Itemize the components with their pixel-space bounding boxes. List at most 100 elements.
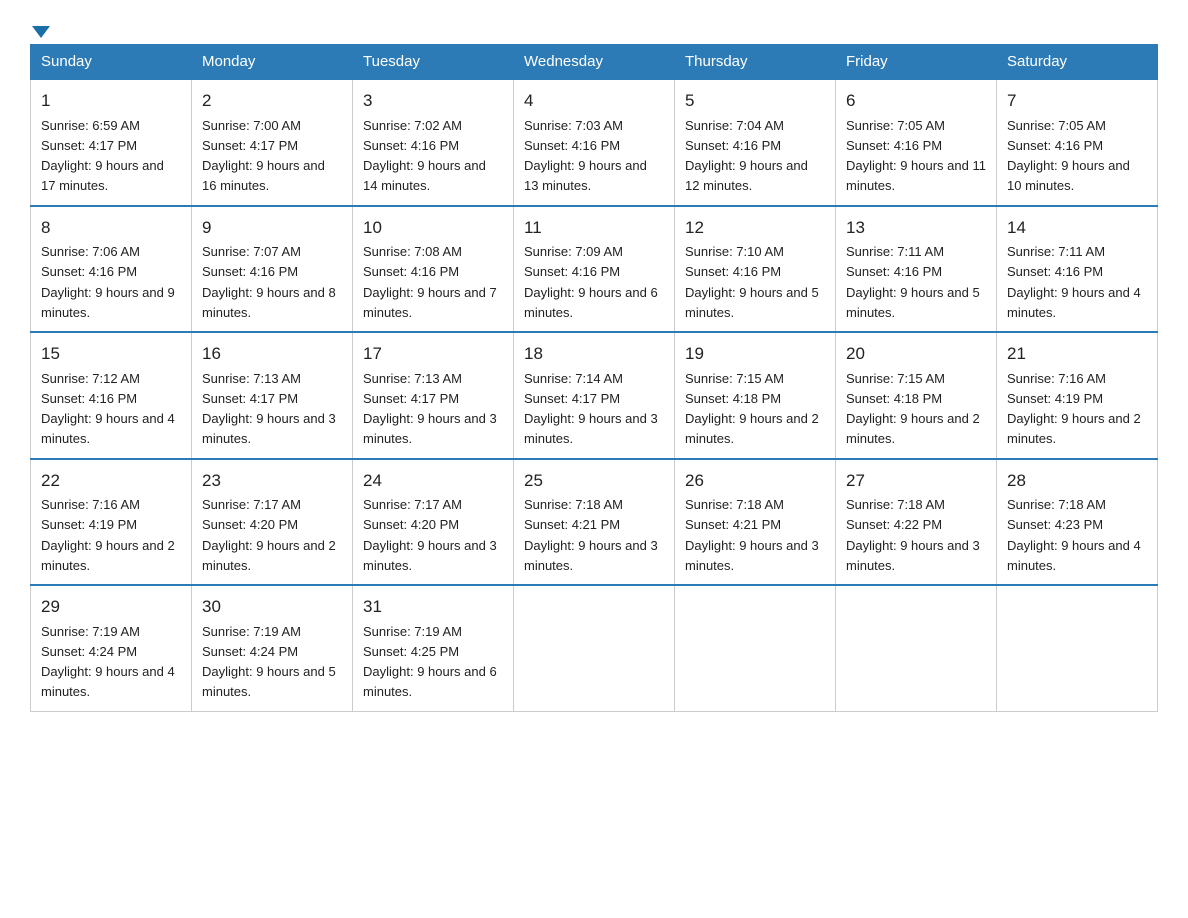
day-number: 10 — [363, 215, 503, 241]
calendar-cell: 11 Sunrise: 7:09 AMSunset: 4:16 PMDaylig… — [514, 206, 675, 333]
day-number: 12 — [685, 215, 825, 241]
day-info: Sunrise: 7:02 AMSunset: 4:16 PMDaylight:… — [363, 118, 486, 194]
day-number: 16 — [202, 341, 342, 367]
logo-arrow-icon — [32, 26, 50, 38]
day-info: Sunrise: 7:18 AMSunset: 4:22 PMDaylight:… — [846, 497, 980, 573]
day-number: 29 — [41, 594, 181, 620]
calendar-cell — [997, 585, 1158, 711]
day-number: 6 — [846, 88, 986, 114]
day-number: 14 — [1007, 215, 1147, 241]
calendar-cell: 23 Sunrise: 7:17 AMSunset: 4:20 PMDaylig… — [192, 459, 353, 586]
calendar-cell: 6 Sunrise: 7:05 AMSunset: 4:16 PMDayligh… — [836, 79, 997, 206]
day-number: 9 — [202, 215, 342, 241]
calendar-cell: 17 Sunrise: 7:13 AMSunset: 4:17 PMDaylig… — [353, 332, 514, 459]
day-number: 30 — [202, 594, 342, 620]
day-info: Sunrise: 7:08 AMSunset: 4:16 PMDaylight:… — [363, 244, 497, 320]
calendar-cell: 13 Sunrise: 7:11 AMSunset: 4:16 PMDaylig… — [836, 206, 997, 333]
day-number: 19 — [685, 341, 825, 367]
calendar-cell: 2 Sunrise: 7:00 AMSunset: 4:17 PMDayligh… — [192, 79, 353, 206]
day-number: 27 — [846, 468, 986, 494]
day-number: 21 — [1007, 341, 1147, 367]
day-number: 22 — [41, 468, 181, 494]
calendar-cell: 8 Sunrise: 7:06 AMSunset: 4:16 PMDayligh… — [31, 206, 192, 333]
day-number: 11 — [524, 215, 664, 241]
calendar-header-sunday: Sunday — [31, 45, 192, 80]
calendar-cell: 28 Sunrise: 7:18 AMSunset: 4:23 PMDaylig… — [997, 459, 1158, 586]
calendar-cell: 10 Sunrise: 7:08 AMSunset: 4:16 PMDaylig… — [353, 206, 514, 333]
day-number: 23 — [202, 468, 342, 494]
day-info: Sunrise: 7:16 AMSunset: 4:19 PMDaylight:… — [1007, 371, 1141, 447]
day-number: 2 — [202, 88, 342, 114]
calendar-cell: 26 Sunrise: 7:18 AMSunset: 4:21 PMDaylig… — [675, 459, 836, 586]
calendar-header-thursday: Thursday — [675, 45, 836, 80]
calendar-cell: 7 Sunrise: 7:05 AMSunset: 4:16 PMDayligh… — [997, 79, 1158, 206]
day-info: Sunrise: 7:11 AMSunset: 4:16 PMDaylight:… — [846, 244, 980, 320]
day-info: Sunrise: 7:19 AMSunset: 4:24 PMDaylight:… — [41, 624, 175, 700]
calendar-cell: 31 Sunrise: 7:19 AMSunset: 4:25 PMDaylig… — [353, 585, 514, 711]
calendar-cell: 25 Sunrise: 7:18 AMSunset: 4:21 PMDaylig… — [514, 459, 675, 586]
day-number: 17 — [363, 341, 503, 367]
calendar-header-row: SundayMondayTuesdayWednesdayThursdayFrid… — [31, 45, 1158, 80]
calendar-table: SundayMondayTuesdayWednesdayThursdayFrid… — [30, 44, 1158, 712]
day-info: Sunrise: 7:15 AMSunset: 4:18 PMDaylight:… — [685, 371, 819, 447]
day-info: Sunrise: 7:18 AMSunset: 4:21 PMDaylight:… — [685, 497, 819, 573]
calendar-cell: 16 Sunrise: 7:13 AMSunset: 4:17 PMDaylig… — [192, 332, 353, 459]
day-info: Sunrise: 7:09 AMSunset: 4:16 PMDaylight:… — [524, 244, 658, 320]
day-info: Sunrise: 7:13 AMSunset: 4:17 PMDaylight:… — [363, 371, 497, 447]
day-number: 5 — [685, 88, 825, 114]
page-header — [30, 20, 1158, 34]
day-number: 8 — [41, 215, 181, 241]
day-info: Sunrise: 7:04 AMSunset: 4:16 PMDaylight:… — [685, 118, 808, 194]
day-info: Sunrise: 7:06 AMSunset: 4:16 PMDaylight:… — [41, 244, 175, 320]
day-number: 26 — [685, 468, 825, 494]
day-info: Sunrise: 7:18 AMSunset: 4:23 PMDaylight:… — [1007, 497, 1141, 573]
day-number: 25 — [524, 468, 664, 494]
calendar-cell: 20 Sunrise: 7:15 AMSunset: 4:18 PMDaylig… — [836, 332, 997, 459]
calendar-cell — [514, 585, 675, 711]
day-info: Sunrise: 7:12 AMSunset: 4:16 PMDaylight:… — [41, 371, 175, 447]
calendar-week-row: 8 Sunrise: 7:06 AMSunset: 4:16 PMDayligh… — [31, 206, 1158, 333]
day-number: 15 — [41, 341, 181, 367]
day-info: Sunrise: 7:11 AMSunset: 4:16 PMDaylight:… — [1007, 244, 1141, 320]
calendar-cell: 18 Sunrise: 7:14 AMSunset: 4:17 PMDaylig… — [514, 332, 675, 459]
day-info: Sunrise: 7:17 AMSunset: 4:20 PMDaylight:… — [363, 497, 497, 573]
calendar-header-saturday: Saturday — [997, 45, 1158, 80]
day-number: 24 — [363, 468, 503, 494]
calendar-cell: 14 Sunrise: 7:11 AMSunset: 4:16 PMDaylig… — [997, 206, 1158, 333]
day-number: 13 — [846, 215, 986, 241]
day-info: Sunrise: 7:07 AMSunset: 4:16 PMDaylight:… — [202, 244, 336, 320]
calendar-cell: 1 Sunrise: 6:59 AMSunset: 4:17 PMDayligh… — [31, 79, 192, 206]
day-info: Sunrise: 6:59 AMSunset: 4:17 PMDaylight:… — [41, 118, 164, 194]
calendar-header-friday: Friday — [836, 45, 997, 80]
day-info: Sunrise: 7:19 AMSunset: 4:24 PMDaylight:… — [202, 624, 336, 700]
day-info: Sunrise: 7:17 AMSunset: 4:20 PMDaylight:… — [202, 497, 336, 573]
day-info: Sunrise: 7:03 AMSunset: 4:16 PMDaylight:… — [524, 118, 647, 194]
calendar-cell: 30 Sunrise: 7:19 AMSunset: 4:24 PMDaylig… — [192, 585, 353, 711]
calendar-header-monday: Monday — [192, 45, 353, 80]
day-number: 1 — [41, 88, 181, 114]
calendar-cell: 21 Sunrise: 7:16 AMSunset: 4:19 PMDaylig… — [997, 332, 1158, 459]
calendar-cell: 29 Sunrise: 7:19 AMSunset: 4:24 PMDaylig… — [31, 585, 192, 711]
day-number: 3 — [363, 88, 503, 114]
calendar-week-row: 1 Sunrise: 6:59 AMSunset: 4:17 PMDayligh… — [31, 79, 1158, 206]
day-number: 28 — [1007, 468, 1147, 494]
calendar-cell: 19 Sunrise: 7:15 AMSunset: 4:18 PMDaylig… — [675, 332, 836, 459]
calendar-cell: 5 Sunrise: 7:04 AMSunset: 4:16 PMDayligh… — [675, 79, 836, 206]
day-number: 18 — [524, 341, 664, 367]
day-info: Sunrise: 7:13 AMSunset: 4:17 PMDaylight:… — [202, 371, 336, 447]
calendar-cell: 12 Sunrise: 7:10 AMSunset: 4:16 PMDaylig… — [675, 206, 836, 333]
day-number: 31 — [363, 594, 503, 620]
day-info: Sunrise: 7:05 AMSunset: 4:16 PMDaylight:… — [1007, 118, 1130, 194]
calendar-cell — [675, 585, 836, 711]
calendar-header-tuesday: Tuesday — [353, 45, 514, 80]
day-number: 20 — [846, 341, 986, 367]
day-number: 4 — [524, 88, 664, 114]
calendar-cell: 27 Sunrise: 7:18 AMSunset: 4:22 PMDaylig… — [836, 459, 997, 586]
calendar-week-row: 15 Sunrise: 7:12 AMSunset: 4:16 PMDaylig… — [31, 332, 1158, 459]
day-info: Sunrise: 7:10 AMSunset: 4:16 PMDaylight:… — [685, 244, 819, 320]
calendar-cell: 15 Sunrise: 7:12 AMSunset: 4:16 PMDaylig… — [31, 332, 192, 459]
calendar-header-wednesday: Wednesday — [514, 45, 675, 80]
calendar-cell — [836, 585, 997, 711]
calendar-week-row: 29 Sunrise: 7:19 AMSunset: 4:24 PMDaylig… — [31, 585, 1158, 711]
day-number: 7 — [1007, 88, 1147, 114]
